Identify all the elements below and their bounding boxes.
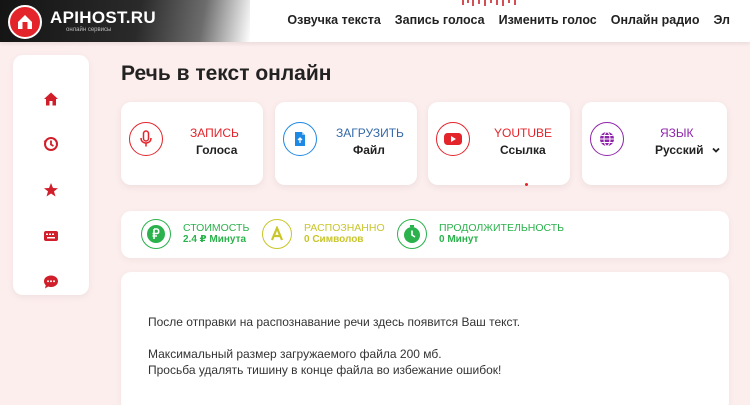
card-subtitle: Файл bbox=[353, 143, 385, 157]
stats-bar: СТОИМОСТЬ 2.4 ₽ Минута РАСПОЗНАННО 0 Сим… bbox=[121, 211, 729, 258]
card-subtitle: Ссылка bbox=[500, 143, 546, 157]
logo[interactable]: APIHOST.RU онлайн сервисы bbox=[0, 0, 250, 42]
stat-value: 2.4 ₽ Минута bbox=[183, 234, 247, 245]
card-title: YOUTUBE bbox=[494, 126, 553, 140]
chat-icon[interactable] bbox=[42, 273, 60, 291]
result-placeholder-text: После отправки на распознавание речи зде… bbox=[148, 315, 521, 329]
logo-subtitle: онлайн сервисы bbox=[66, 27, 112, 33]
record-voice-card[interactable]: ЗАПИСЬ Голоса bbox=[121, 102, 263, 185]
nav-voice-change[interactable]: Изменить голос bbox=[499, 13, 597, 27]
file-upload-icon bbox=[283, 122, 317, 156]
stat-label: СТОИМОСТЬ bbox=[183, 222, 250, 234]
language-card[interactable]: ЯЗЫК Русский bbox=[582, 102, 727, 185]
card-title: ЗАГРУЗИТЬ bbox=[336, 126, 404, 140]
logo-name: APIHOST.RU bbox=[50, 8, 156, 27]
nav-voice-record[interactable]: Запись голоса bbox=[395, 13, 485, 27]
silence-notice: Просьба удалять тишину в конце файла во … bbox=[148, 363, 502, 377]
main-nav: Озвучка текста Запись голоса Изменить го… bbox=[287, 13, 730, 27]
upload-file-card[interactable]: ЗАГРУЗИТЬ Файл bbox=[275, 102, 417, 185]
sidebar bbox=[13, 55, 89, 295]
card-title: ЯЗЫК bbox=[660, 126, 694, 140]
nav-online-radio[interactable]: Онлайн радио bbox=[611, 13, 700, 27]
skyline-decoration bbox=[462, 0, 522, 6]
logo-house-icon bbox=[8, 5, 42, 39]
letter-a-icon bbox=[262, 219, 292, 249]
youtube-icon bbox=[436, 122, 470, 156]
stopwatch-icon bbox=[397, 219, 427, 249]
chevron-down-icon[interactable] bbox=[711, 142, 721, 160]
stat-label: ПРОДОЛЖИТЕЛЬНОСТЬ bbox=[439, 222, 565, 234]
nav-voice-over[interactable]: Озвучка текста bbox=[287, 13, 380, 27]
stat-value: 0 Символов bbox=[304, 234, 364, 245]
page-title: Речь в текст онлайн bbox=[121, 62, 332, 85]
home-icon[interactable] bbox=[42, 90, 60, 108]
microphone-icon bbox=[129, 122, 163, 156]
keyboard-icon[interactable] bbox=[42, 227, 60, 245]
star-icon[interactable] bbox=[42, 181, 60, 199]
file-size-notice: Максимальный размер загружаемого файла 2… bbox=[148, 347, 442, 361]
card-title: ЗАПИСЬ bbox=[190, 126, 239, 140]
nav-more[interactable]: Эл bbox=[713, 13, 730, 27]
top-header: APIHOST.RU онлайн сервисы Озвучка текста… bbox=[0, 0, 750, 42]
ruble-icon bbox=[141, 219, 171, 249]
globe-icon bbox=[590, 122, 624, 156]
stat-label: РАСПОЗНАННО bbox=[304, 222, 385, 234]
stat-value: 0 Минут bbox=[439, 234, 479, 245]
result-text-area[interactable]: После отправки на распознавание речи зде… bbox=[121, 272, 729, 405]
history-icon[interactable] bbox=[42, 135, 60, 153]
card-subtitle: Голоса bbox=[196, 143, 238, 157]
youtube-link-card[interactable]: YOUTUBE Ссылка bbox=[428, 102, 570, 185]
indicator-dot bbox=[525, 183, 528, 186]
language-select-value[interactable]: Русский bbox=[655, 143, 704, 157]
